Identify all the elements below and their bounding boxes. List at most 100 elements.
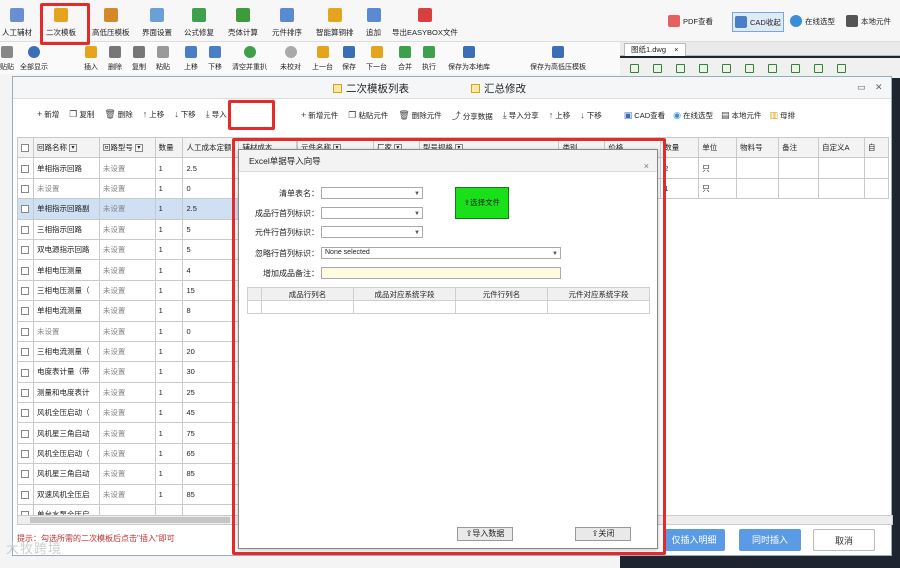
tb-paste-left[interactable]: 贴贴 — [0, 46, 14, 72]
online-select-button-2[interactable]: ◉ 在线选型 — [673, 110, 713, 121]
cell-circuit-name[interactable]: 风机全压启动（ — [32, 442, 100, 465]
component-cell[interactable] — [818, 177, 865, 200]
component-cell[interactable]: 1 — [660, 177, 700, 200]
row-checkbox[interactable] — [21, 246, 29, 255]
component-cell[interactable] — [736, 157, 780, 179]
cell-qty[interactable]: 1 — [154, 157, 184, 179]
cell-circuit-model[interactable]: 未设置 — [98, 177, 156, 200]
row-checkbox[interactable] — [21, 429, 29, 438]
component-move-down-button[interactable]: ↓ 下移 — [580, 110, 602, 121]
cell-labor-cost[interactable]: 5 — [182, 238, 240, 261]
ribbon-item-busbar[interactable]: 智能算铜排 — [316, 4, 354, 40]
cell-circuit-name[interactable]: 双电源指示回路 — [32, 238, 100, 261]
row-checkbox[interactable] — [21, 470, 29, 479]
cell-qty[interactable]: 1 — [154, 218, 184, 240]
ribbon-item-shell-calc[interactable]: 壳体计算 — [228, 4, 258, 40]
tb-delete[interactable]: 删除 — [108, 46, 122, 72]
add-component-button[interactable]: + 新增元件 — [301, 110, 338, 121]
cad-tool-icon[interactable] — [676, 63, 685, 73]
cell-qty[interactable]: 1 — [154, 177, 184, 200]
delete-button[interactable]: 🗑 删除 — [104, 109, 132, 120]
sheet-name-select[interactable]: ▼ — [321, 187, 423, 199]
close-dialog-button[interactable]: ⇪关闭 — [575, 527, 631, 541]
close-icon[interactable]: ✕ — [875, 82, 883, 93]
cell-circuit-model[interactable]: 未设置 — [98, 402, 156, 424]
cell-labor-cost[interactable]: 75 — [182, 422, 240, 444]
component-cell[interactable] — [863, 157, 890, 179]
component-cell[interactable] — [863, 177, 890, 200]
move-up-button[interactable]: ↑ 上移 — [143, 109, 165, 120]
cell-circuit-name[interactable]: 双速风机全压启 — [32, 483, 100, 506]
row-checkbox[interactable] — [21, 225, 29, 234]
cell-circuit-model[interactable]: 未设置 — [98, 279, 156, 302]
row-checkbox[interactable] — [21, 409, 29, 418]
ribbon-item-secondary-template[interactable]: 二次模板 — [46, 4, 76, 40]
tb-unverified[interactable]: 未校对 — [280, 46, 301, 72]
cad-tool-icon[interactable] — [653, 63, 662, 73]
cad-collapse-button[interactable]: CAD收起 — [732, 12, 784, 32]
cell-qty[interactable]: 1 — [154, 259, 184, 281]
tab-template-list[interactable]: 二次模板列表 — [333, 81, 409, 96]
tb-save-local[interactable]: 保存为本地库 — [448, 46, 490, 72]
online-select-button[interactable]: 在线选型 — [790, 15, 835, 27]
ignore-row-select[interactable]: None selected ▼ — [321, 247, 561, 259]
col-circuit-name[interactable]: 回路名称 ▾ — [32, 136, 100, 159]
cancel-button[interactable]: 取消 — [813, 529, 875, 551]
paste-component-button[interactable]: ❐ 粘贴元件 — [348, 110, 388, 121]
cell-circuit-name[interactable]: 测量和电度表计 — [32, 381, 100, 404]
col-quantity[interactable]: 数量 — [660, 136, 700, 159]
cell-labor-cost[interactable]: 30 — [182, 361, 240, 383]
cell-circuit-name[interactable]: 单相指示回路 — [32, 157, 100, 179]
close-icon[interactable]: × — [674, 45, 678, 54]
component-cell[interactable]: 2 — [660, 157, 700, 179]
insert-detail-only-button[interactable]: 仅插入明细 — [663, 529, 725, 551]
cad-tool-icon[interactable] — [837, 63, 846, 73]
close-icon[interactable]: × — [644, 155, 649, 177]
tb-save-hvlv[interactable]: 保存为高低压模板 — [530, 46, 586, 72]
cad-drawing-tab[interactable]: 图纸1.dwg × — [624, 43, 686, 56]
cell-qty[interactable]: 1 — [154, 198, 184, 220]
delete-component-button[interactable]: 🗑 删除元件 — [398, 110, 441, 121]
cell-labor-cost[interactable]: 0 — [182, 320, 240, 342]
cell-circuit-model[interactable]: 未设置 — [98, 218, 156, 240]
component-row-select[interactable]: ▼ — [321, 226, 423, 238]
cad-tool-icon[interactable] — [630, 63, 639, 73]
cell-circuit-name[interactable]: 三相电流测量（ — [32, 340, 100, 363]
row-checkbox[interactable] — [21, 348, 29, 357]
cell-circuit-name[interactable]: 单相电流测量 — [32, 300, 100, 322]
tb-move-up[interactable]: 上移 — [184, 46, 198, 72]
cell-circuit-model[interactable]: 未设置 — [98, 157, 156, 179]
import-button[interactable]: ⤓ 导入 — [206, 109, 227, 120]
cell-labor-cost[interactable]: 8 — [182, 300, 240, 322]
row-checkbox[interactable] — [21, 307, 29, 316]
tb-next-unit[interactable]: 下一台 — [366, 46, 387, 72]
cell-qty[interactable]: 1 — [154, 463, 184, 485]
cell-labor-cost[interactable]: 5 — [182, 218, 240, 240]
row-checkbox[interactable] — [21, 184, 29, 193]
local-component-button-2[interactable]: ▤ 本地元件 — [721, 110, 762, 121]
col-custom-more[interactable]: 自 — [863, 136, 890, 159]
ribbon-item-ui-settings[interactable]: 界面设置 — [142, 4, 172, 40]
cell-qty[interactable]: 1 — [154, 442, 184, 465]
row-checkbox[interactable] — [21, 164, 29, 173]
select-all-checkbox[interactable] — [21, 144, 29, 153]
col-circuit-model[interactable]: 回路型号 ▾ — [98, 136, 156, 159]
tb-copy[interactable]: 复制 — [132, 46, 146, 72]
cell-circuit-model[interactable]: 未设置 — [98, 198, 156, 220]
cell-circuit-name[interactable]: 单相电压测量 — [32, 259, 100, 281]
tab-summary-edit[interactable]: 汇总修改 — [471, 81, 526, 96]
cell-circuit-name[interactable]: 三相指示回路 — [32, 218, 100, 240]
col-remark[interactable]: 备注 — [778, 136, 820, 159]
import-share-button[interactable]: ⤓ 导入分享 — [503, 110, 539, 121]
cell-circuit-name[interactable]: 三相电压测量（ — [32, 279, 100, 302]
cell-labor-cost[interactable]: 85 — [182, 483, 240, 506]
col-unit[interactable]: 单位 — [698, 136, 738, 159]
cell-circuit-model[interactable]: 未设置 — [98, 422, 156, 444]
add-button[interactable]: + 新增 — [37, 109, 59, 120]
cell-qty[interactable]: 1 — [154, 483, 184, 506]
cell-circuit-model[interactable]: 未设置 — [98, 463, 156, 485]
cad-tool-icon[interactable] — [699, 63, 708, 73]
tb-merge[interactable]: 合并 — [398, 46, 412, 72]
component-move-up-button[interactable]: ↑ 上移 — [549, 110, 571, 121]
ribbon-item-manual-material[interactable]: 人工辅材 — [2, 4, 32, 40]
